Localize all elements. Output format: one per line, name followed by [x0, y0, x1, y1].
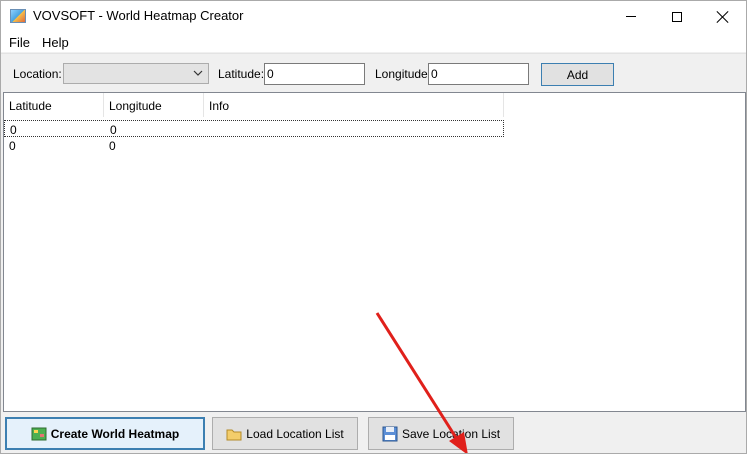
toolbar: Location: Latitude: 0 Longitude: 0 Add [1, 53, 746, 91]
table-row[interactable]: 0 0 [4, 137, 504, 154]
table-row[interactable]: 0 0 [4, 120, 504, 137]
longitude-input[interactable]: 0 [428, 63, 529, 85]
floppy-disk-icon [382, 426, 398, 441]
chevron-down-icon [193, 70, 203, 76]
create-label: Create World Heatmap [50, 426, 180, 441]
menu-bar: File Help [1, 32, 746, 52]
load-location-list-button[interactable]: Load Location List [212, 417, 358, 450]
heatmap-icon [31, 427, 47, 440]
title-bar: VOVSOFT - World Heatmap Creator [1, 1, 746, 32]
folder-icon [226, 429, 242, 440]
column-header-longitude[interactable]: Longitude [104, 93, 204, 117]
column-header-info[interactable]: Info [204, 93, 504, 117]
load-label: Load Location List [246, 426, 344, 441]
longitude-label: Longitude: [375, 67, 432, 81]
add-button[interactable]: Add [541, 63, 614, 86]
location-dropdown[interactable] [63, 63, 209, 84]
save-location-list-button[interactable]: Save Location List [368, 417, 514, 450]
cell-latitude: 0 [10, 123, 17, 137]
maximize-button[interactable] [654, 1, 700, 32]
menu-file[interactable]: File [9, 35, 30, 50]
save-label: Save Location List [401, 426, 501, 441]
create-world-heatmap-button[interactable]: Create World Heatmap [5, 417, 205, 450]
location-list[interactable]: Latitude Longitude Info 0 0 0 0 [3, 92, 746, 412]
action-bar: Create World Heatmap Load Location List … [1, 412, 746, 453]
window-title: VOVSOFT - World Heatmap Creator [33, 8, 244, 23]
column-header-latitude[interactable]: Latitude [4, 93, 104, 117]
cell-longitude: 0 [110, 123, 117, 137]
latitude-label: Latitude: [218, 67, 265, 81]
location-label: Location: [13, 67, 62, 81]
close-button[interactable] [700, 1, 746, 32]
menu-help[interactable]: Help [42, 35, 69, 50]
minimize-button[interactable] [608, 1, 654, 32]
cell-latitude: 0 [9, 139, 16, 153]
close-icon [717, 11, 729, 23]
latitude-input[interactable]: 0 [264, 63, 365, 85]
app-window: VOVSOFT - World Heatmap Creator File Hel… [0, 0, 747, 454]
minimize-icon [626, 16, 636, 17]
maximize-icon [672, 11, 682, 22]
map-icon [10, 9, 26, 23]
cell-longitude: 0 [109, 139, 116, 153]
